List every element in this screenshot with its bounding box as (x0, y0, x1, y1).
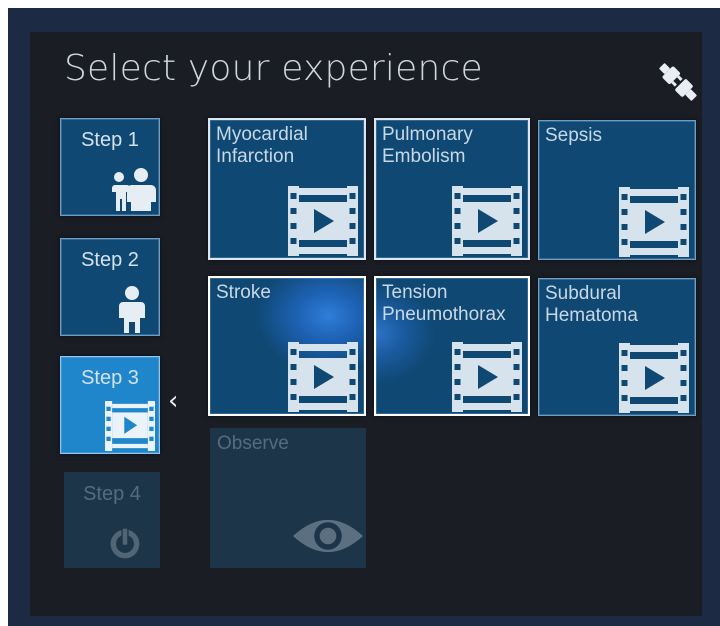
film-play-icon (288, 342, 358, 412)
step-label: Step 1 (81, 129, 139, 151)
film-play-icon (452, 186, 522, 256)
experience-tile-tension-pneumothorax[interactable]: Tension Pneumothorax (374, 276, 530, 416)
film-play-icon (619, 343, 689, 413)
experience-tile-stroke[interactable]: Stroke (208, 276, 366, 416)
experience-label: Stroke (216, 282, 271, 303)
experience-tile-pulmonary-embolism[interactable]: Pulmonary Embolism (374, 118, 530, 260)
experience-label: Pulmonary Embolism (382, 124, 473, 167)
chevron-left-icon[interactable]: ‹ (168, 388, 178, 414)
step-1-button[interactable]: Step 1 (60, 118, 160, 216)
step-2-button[interactable]: Step 2 (60, 238, 160, 336)
experience-tile-sepsis[interactable]: Sepsis (538, 120, 696, 260)
experience-label: Tension Pneumothorax (382, 282, 506, 325)
eye-icon (293, 519, 363, 553)
plug-connect-icon[interactable] (654, 58, 702, 106)
observe-tile[interactable]: Observe (210, 428, 366, 568)
step-label: Step 4 (83, 483, 141, 505)
page-title: Select your experience (64, 48, 483, 89)
step-label: Step 3 (81, 367, 139, 389)
film-play-icon (288, 186, 358, 256)
power-icon (110, 525, 140, 559)
step-4-button[interactable]: Step 4 (64, 472, 160, 568)
people-icon (111, 168, 156, 211)
film-play-icon (619, 187, 689, 257)
observe-label: Observe (217, 433, 289, 454)
experience-label: Myocardial Infarction (216, 124, 308, 167)
step-3-button[interactable]: Step 3 (60, 356, 160, 454)
experience-tile-myocardial-infarction[interactable]: Myocardial Infarction (208, 118, 366, 260)
experience-tile-subdural-hematoma[interactable]: Subdural Hematoma (538, 278, 696, 416)
step-label: Step 2 (81, 249, 139, 271)
experience-label: Subdural Hematoma (545, 283, 638, 326)
film-play-icon (452, 342, 522, 412)
person-icon (119, 286, 145, 333)
film-play-icon (105, 401, 155, 451)
experience-label: Sepsis (545, 125, 603, 146)
